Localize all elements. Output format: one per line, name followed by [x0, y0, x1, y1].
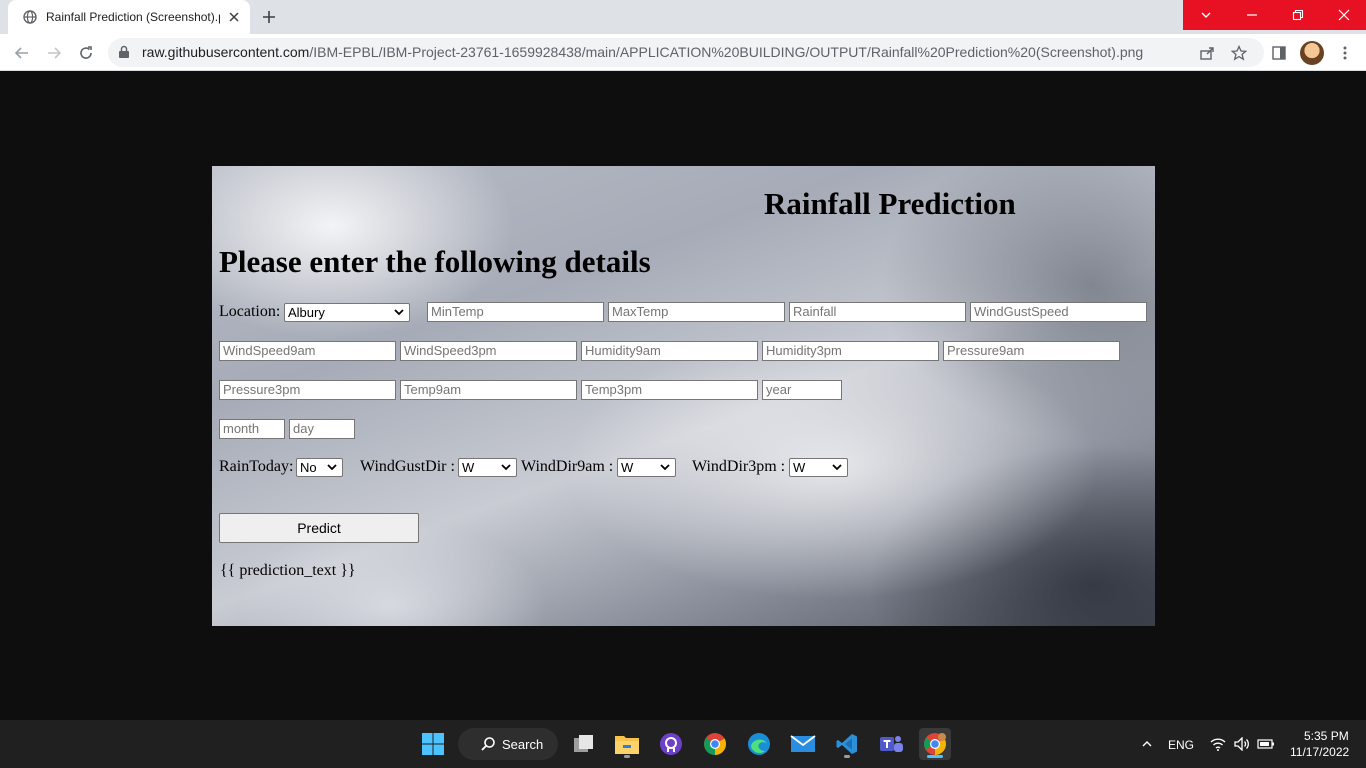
bookmark-star-icon[interactable] [1230, 44, 1248, 62]
chrome-profile-icon[interactable] [919, 728, 951, 760]
tab-strip: Rainfall Prediction (Screenshot).p [0, 0, 1366, 34]
temp9am-input[interactable]: Temp9am [400, 380, 577, 400]
url-host: raw.githubusercontent.com [142, 44, 310, 60]
mail-icon[interactable] [787, 728, 819, 760]
share-icon[interactable] [1198, 44, 1216, 62]
lock-icon[interactable] [118, 45, 132, 61]
teams-icon[interactable] [875, 728, 907, 760]
winddir9am-select[interactable]: W [617, 458, 676, 477]
vscode-icon[interactable] [831, 728, 863, 760]
location-label: Location: [219, 303, 281, 320]
browser-toolbar: raw.githubusercontent.com/IBM-EPBL/IBM-P… [0, 34, 1366, 71]
url-text: raw.githubusercontent.com/IBM-EPBL/IBM-P… [142, 44, 1143, 60]
new-tab-icon[interactable] [258, 6, 280, 28]
running-indicator [927, 755, 943, 758]
windgustspeed-input[interactable]: WindGustSpeed [970, 302, 1147, 322]
form-heading: Please enter the following details [219, 244, 651, 279]
running-indicator [844, 755, 850, 758]
language-indicator[interactable]: ENG [1168, 738, 1194, 752]
tab-search-icon[interactable] [1183, 0, 1229, 30]
menu-kebab-icon[interactable] [1334, 42, 1356, 64]
day-input[interactable]: day [289, 419, 355, 439]
forward-arrow-icon[interactable] [42, 41, 66, 65]
clock-date[interactable]: 11/17/2022 [1290, 745, 1349, 759]
predict-button[interactable]: Predict [219, 513, 419, 543]
windgustdir-label: WindGustDir : [360, 458, 455, 475]
side-panel-icon[interactable] [1268, 42, 1290, 64]
winddir9am-value: W [621, 460, 634, 475]
winddir3pm-label: WindDir3pm : [692, 458, 786, 475]
windgustdir-select[interactable]: W [458, 458, 517, 477]
globe-icon [22, 9, 38, 25]
minimize-icon[interactable] [1229, 0, 1275, 30]
tab-title: Rainfall Prediction (Screenshot).p [46, 10, 220, 24]
taskbar: Search ENG 5:35 PM 11/17/2022 [0, 720, 1366, 768]
month-input[interactable]: month [219, 419, 285, 439]
winddir3pm-select[interactable]: W [789, 458, 848, 477]
maxtemp-input[interactable]: MaxTemp [608, 302, 785, 322]
browser-tab[interactable]: Rainfall Prediction (Screenshot).p [8, 0, 250, 34]
search-label: Search [502, 736, 544, 752]
chevron-down-icon [500, 461, 512, 473]
back-arrow-icon[interactable] [10, 41, 34, 65]
edge-icon[interactable] [743, 728, 775, 760]
search-icon [480, 736, 496, 752]
winddir9am-label: WindDir9am : [521, 458, 614, 475]
location-value: Albury [288, 305, 325, 320]
battery-icon[interactable] [1256, 728, 1276, 760]
humidity9am-input[interactable]: Humidity9am [581, 341, 758, 361]
clock-time[interactable]: 5:35 PM [1304, 729, 1349, 743]
location-select[interactable]: Albury [284, 303, 410, 322]
winddir3pm-value: W [793, 460, 806, 475]
close-window-icon[interactable] [1321, 0, 1366, 30]
pressure9am-input[interactable]: Pressure9am [943, 341, 1120, 361]
chevron-up-icon[interactable] [1137, 728, 1157, 760]
mintemp-input[interactable]: MinTemp [427, 302, 604, 322]
wifi-icon[interactable] [1208, 728, 1228, 760]
start-icon[interactable] [417, 728, 449, 760]
rainfall-input[interactable]: Rainfall [789, 302, 966, 322]
close-tab-icon[interactable] [226, 9, 242, 25]
taskbar-search[interactable]: Search [458, 728, 558, 760]
chrome-icon[interactable] [699, 728, 731, 760]
windgustdir-value: W [462, 460, 475, 475]
chevron-down-icon [326, 461, 338, 473]
prediction-output: {{ prediction_text }} [220, 562, 356, 579]
chevron-down-icon [659, 461, 671, 473]
raintoday-value: No [300, 460, 317, 475]
pressure3pm-input[interactable]: Pressure3pm [219, 380, 396, 400]
humidity3pm-input[interactable]: Humidity3pm [762, 341, 939, 361]
raintoday-label: RainToday: [219, 458, 294, 475]
address-bar[interactable]: raw.githubusercontent.com/IBM-EPBL/IBM-P… [108, 38, 1264, 67]
rainfall-app-screenshot: Rainfall Prediction Please enter the fol… [212, 166, 1155, 626]
chevron-down-icon [831, 461, 843, 473]
temp3pm-input[interactable]: Temp3pm [581, 380, 758, 400]
restore-icon[interactable] [1275, 0, 1321, 30]
task-view-icon[interactable] [567, 728, 599, 760]
windspeed3pm-input[interactable]: WindSpeed3pm [400, 341, 577, 361]
running-indicator [624, 755, 630, 758]
app-title: Rainfall Prediction [764, 186, 1016, 221]
raintoday-select[interactable]: No [296, 458, 343, 477]
volume-icon[interactable] [1232, 728, 1252, 760]
url-path: /IBM-EPBL/IBM-Project-23761-1659928438/m… [309, 44, 1144, 60]
profile-avatar[interactable] [1300, 41, 1324, 65]
windspeed9am-input[interactable]: WindSpeed9am [219, 341, 396, 361]
file-explorer-icon[interactable] [611, 728, 643, 760]
chevron-down-icon [393, 306, 405, 318]
year-input[interactable]: year [762, 380, 842, 400]
reload-icon[interactable] [74, 41, 98, 65]
github-desktop-icon[interactable] [655, 728, 687, 760]
